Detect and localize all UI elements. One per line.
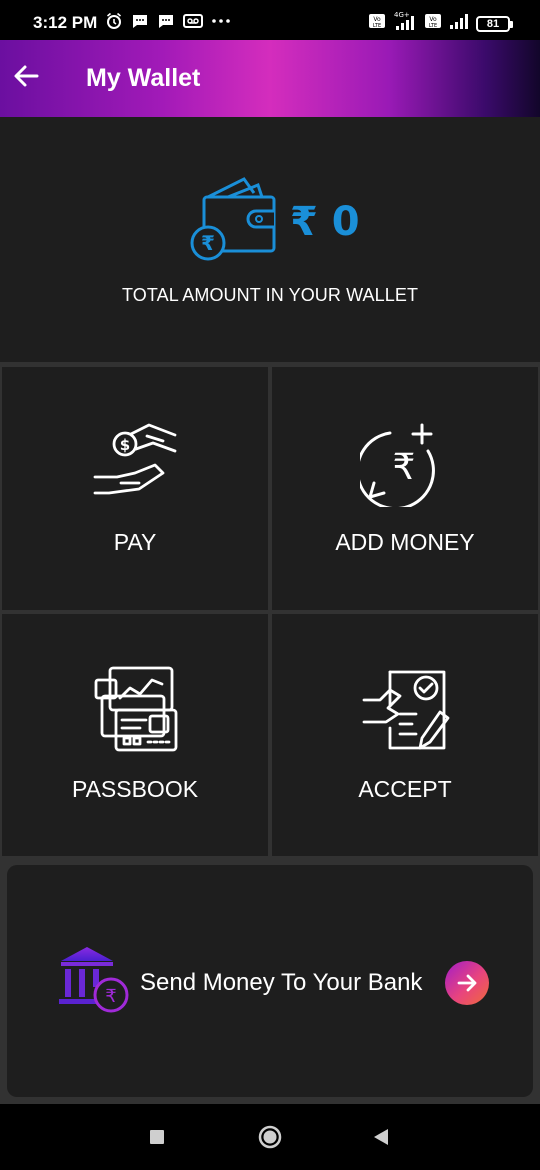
battery-icon: 81: [476, 15, 513, 32]
message-icon: [131, 12, 149, 35]
signal-icon: 4G+: [392, 10, 418, 37]
status-system-icons: Vo LTE 4G+ Vo LTE 81: [368, 10, 513, 37]
wallet-balance-label: TOTAL AMOUNT IN YOUR WALLET: [121, 285, 419, 305]
status-time: 3:12 PM: [33, 13, 98, 32]
add-money-label: ADD MONEY: [335, 529, 475, 555]
svg-text:Vo: Vo: [373, 16, 381, 23]
svg-text:LTE: LTE: [373, 23, 381, 29]
passbook-button[interactable]: PASSBOOK: [2, 614, 268, 856]
svg-text:₹: ₹: [393, 447, 416, 488]
svg-text:$: $: [120, 436, 130, 454]
network-label: 4G+: [394, 11, 410, 19]
wallet-balance-amount: ₹ 0: [290, 199, 360, 245]
voicemail-icon: [183, 12, 203, 35]
svg-text:₹: ₹: [201, 231, 215, 255]
status-bar: 3:12 PM Vo LTE 4G+ Vo LTE 81: [0, 0, 540, 44]
add-money-button[interactable]: ₹ ADD MONEY: [272, 367, 538, 610]
app-bar: My Wallet: [0, 40, 540, 117]
status-notification-icons: [105, 12, 231, 35]
accept-button[interactable]: ACCEPT: [272, 614, 538, 856]
pay-hands-icon: $: [91, 417, 183, 512]
accept-document-icon: [360, 666, 450, 757]
pay-button[interactable]: $ PAY: [2, 367, 268, 610]
arrow-right-icon[interactable]: [445, 961, 489, 1005]
passbook-cards-icon: [92, 666, 182, 757]
system-nav-bar: [0, 1104, 540, 1170]
volte-icon: Vo LTE: [424, 11, 442, 36]
battery-level: 81: [486, 17, 500, 30]
signal-icon: [448, 11, 470, 36]
alarm-icon: [105, 12, 123, 35]
volte-icon: Vo LTE: [368, 11, 386, 36]
back-button[interactable]: [10, 62, 42, 94]
back-arrow-icon: [12, 62, 40, 95]
send-money-to-bank-label: Send Money To Your Bank: [140, 969, 423, 996]
more-dots-icon: [211, 12, 231, 35]
recents-square-icon[interactable]: [149, 1129, 165, 1150]
add-money-icon: ₹: [356, 421, 452, 512]
send-money-to-bank-button[interactable]: ₹ Send Money To Your Bank: [7, 865, 533, 1097]
page-title: My Wallet: [86, 64, 201, 92]
accept-label: ACCEPT: [358, 776, 452, 802]
wallet-rupee-icon: ₹: [188, 175, 280, 265]
svg-text:Vo: Vo: [429, 16, 437, 23]
back-triangle-icon[interactable]: [372, 1128, 390, 1151]
message-icon: [157, 12, 175, 35]
svg-text:₹: ₹: [105, 986, 116, 1007]
pay-label: PAY: [113, 529, 157, 555]
home-circle-icon[interactable]: [258, 1125, 282, 1154]
wallet-balance-card: ₹ ₹ 0 TOTAL AMOUNT IN YOUR WALLET: [0, 117, 540, 362]
passbook-label: PASSBOOK: [71, 776, 199, 802]
svg-text:LTE: LTE: [429, 23, 437, 29]
bank-rupee-icon: ₹: [55, 943, 131, 1020]
